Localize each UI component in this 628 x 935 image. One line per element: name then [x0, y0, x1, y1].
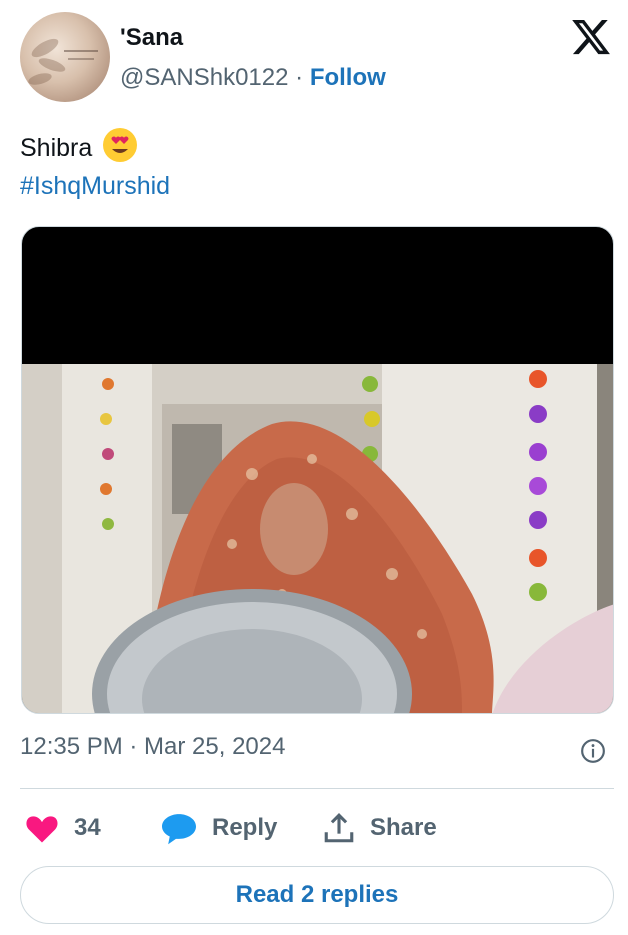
divider — [20, 788, 614, 789]
hashtag-link[interactable]: #IshqMurshid — [20, 167, 170, 205]
share-button[interactable]: Share — [322, 806, 437, 850]
info-icon[interactable] — [580, 738, 606, 764]
tweet-text: Shibra #IshqMurshid — [20, 128, 170, 205]
share-label: Share — [370, 814, 437, 841]
share-icon — [324, 813, 354, 843]
tweet-body: Shibra — [20, 134, 93, 162]
reply-bubble-icon — [162, 814, 196, 845]
like-button[interactable]: 34 — [24, 806, 101, 850]
read-replies-label: Read 2 replies — [235, 881, 399, 908]
avatar[interactable] — [20, 12, 110, 102]
heart-eyes-emoji-icon — [103, 128, 138, 162]
tweet-timestamp[interactable]: 12:35 PM · Mar 25, 2024 — [20, 733, 285, 761]
display-name[interactable]: 'Sana — [120, 24, 183, 52]
separator: · — [295, 64, 304, 91]
follow-button[interactable]: Follow — [310, 64, 386, 91]
reply-button[interactable]: Reply — [160, 806, 277, 850]
video-frame — [22, 364, 613, 713]
x-logo-icon[interactable] — [570, 16, 612, 58]
reply-label: Reply — [212, 814, 278, 841]
user-handle[interactable]: @SANShk0122 — [120, 64, 288, 91]
handle-row: @SANShk0122 · Follow — [120, 64, 386, 92]
heart-icon — [26, 816, 58, 843]
read-replies-button[interactable]: Read 2 replies — [20, 866, 614, 924]
video-thumbnail[interactable] — [21, 226, 614, 714]
like-count: 34 — [74, 814, 101, 841]
